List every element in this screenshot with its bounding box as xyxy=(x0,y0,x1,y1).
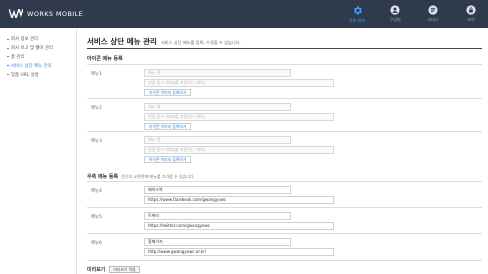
works-mobile-logo[interactable]: WORKS MOBILE xyxy=(9,9,83,18)
preview-label: 미리보기 xyxy=(87,267,106,273)
right-menu-6: 메뉴6 홈페이지 http://www.gwangyowc.or.kr/ xyxy=(87,233,482,259)
sidebar-item-company-logo[interactable]: 회사 로고 및 웹아 관리 xyxy=(0,44,76,53)
nav-label: 구성원 xyxy=(389,17,401,22)
menu-name-input[interactable]: 메뉴 명 xyxy=(144,103,291,111)
menu-url-input[interactable]: 연결 링크 (http를 포함하는 URL) xyxy=(144,113,334,121)
page-header: 서비스 상단 메뉴 관리 서비스 상단 메뉴를 등록, 수정할 수 있습니다. xyxy=(87,36,241,47)
upload-icon-button[interactable]: 아이콘 이미지 등록하기 xyxy=(144,156,192,163)
lock-icon xyxy=(466,5,476,15)
menu-label: 메뉴2 xyxy=(91,106,102,111)
nav-security[interactable]: 보안 xyxy=(452,0,488,28)
menu-url-input[interactable]: https://twitter.com/gwangyowc xyxy=(144,222,334,230)
menu-name-input[interactable]: 메뉴 명 xyxy=(144,136,291,144)
right-menu-heading: 우측 메뉴 등록 상단의 오른쪽에 메뉴를 추가할 수 있습니다. xyxy=(87,174,195,180)
preview-row: 미리보기 미리보기 적용 xyxy=(87,266,140,273)
members-icon xyxy=(390,5,400,15)
service-icon xyxy=(428,5,438,15)
sidebar-item-company-info[interactable]: 회사 정보 관리 xyxy=(0,35,76,44)
menu-label: 메뉴1 xyxy=(91,72,102,77)
gear-icon xyxy=(352,5,363,16)
section-divider xyxy=(87,260,482,261)
top-bar: WORKS MOBILE 기본 관리 구성원 서비스 보안 xyxy=(0,0,488,28)
menu-label: 메뉴6 xyxy=(91,241,102,246)
sidebar: 회사 정보 관리 회사 로고 및 웹아 관리 홈 관리 서비스 상단 메뉴 관리… xyxy=(0,28,77,274)
menu-name-input[interactable]: 홈페이지 xyxy=(144,238,291,246)
page-description: 서비스 상단 메뉴를 등록, 수정할 수 있습니다. xyxy=(160,40,241,45)
sidebar-item-custom-url[interactable]: 맞춤 URL 설정 xyxy=(0,70,76,79)
upload-icon-button[interactable]: 아이콘 이미지 등록하기 xyxy=(144,123,192,130)
nav-service[interactable]: 서비스 xyxy=(414,0,452,28)
nav-members[interactable]: 구성원 xyxy=(376,0,414,28)
right-menu-4: 메뉴4 페이스북 https://www.facebook.com/gwangy… xyxy=(87,181,482,207)
menu-label: 메뉴5 xyxy=(91,215,102,220)
menu-url-input[interactable]: http://www.gwangyowc.or.kr/ xyxy=(144,248,334,256)
page-title: 서비스 상단 메뉴 관리 xyxy=(87,37,157,46)
nav-label: 서비스 xyxy=(427,17,439,22)
menu-label: 메뉴4 xyxy=(91,189,102,194)
title-divider xyxy=(87,48,482,49)
right-menu-5: 메뉴5 트위터 https://twitter.com/gwangyowc xyxy=(87,207,482,233)
icon-menu-heading: 아이콘 메뉴 등록 xyxy=(87,56,123,62)
menu-label: 메뉴3 xyxy=(91,139,102,144)
menu-url-input[interactable]: https://www.facebook.com/gwangyowc xyxy=(144,196,334,204)
menu-name-input[interactable]: 메뉴 명 xyxy=(144,69,291,77)
top-nav: 기본 관리 구성원 서비스 보안 xyxy=(338,0,488,28)
nav-basic-management[interactable]: 기본 관리 xyxy=(338,0,376,28)
logo-text: WORKS MOBILE xyxy=(27,9,84,18)
icon-menu-2: 메뉴2 메뉴 명 연결 링크 (http를 포함하는 URL) 아이콘 이미지 … xyxy=(87,98,482,131)
menu-name-input[interactable]: 페이스북 xyxy=(144,186,291,194)
nav-label: 기본 관리 xyxy=(348,17,366,23)
nav-label: 보안 xyxy=(467,17,475,22)
sidebar-item-home[interactable]: 홈 관리 xyxy=(0,53,76,62)
menu-url-input[interactable]: 연결 링크 (http를 포함하는 URL) xyxy=(144,79,334,87)
menu-name-input[interactable]: 트위터 xyxy=(144,212,291,220)
icon-menu-1: 메뉴1 메뉴 명 연결 링크 (http를 포함하는 URL) 아이콘 이미지 … xyxy=(87,64,482,98)
apply-preview-button[interactable]: 미리보기 적용 xyxy=(109,266,140,273)
sidebar-item-top-menu[interactable]: 서비스 상단 메뉴 관리 xyxy=(0,61,76,70)
menu-url-input[interactable]: 연결 링크 (http를 포함하는 URL) xyxy=(144,146,334,154)
logo-mark-icon xyxy=(9,9,23,18)
upload-icon-button[interactable]: 아이콘 이미지 등록하기 xyxy=(144,89,192,96)
